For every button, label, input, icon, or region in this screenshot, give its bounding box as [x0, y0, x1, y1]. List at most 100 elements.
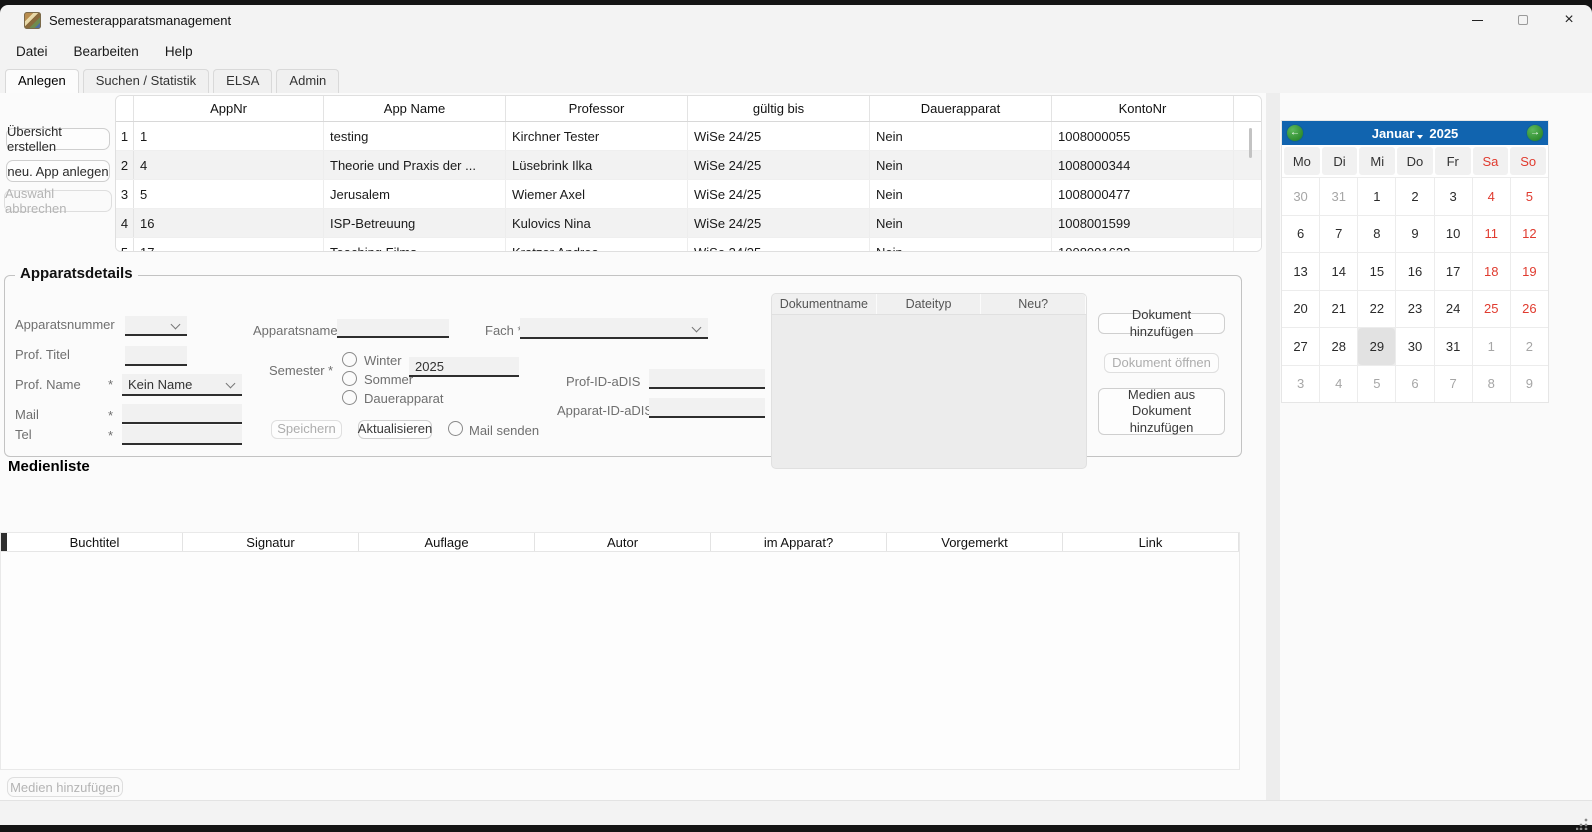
table-cell: ISP-Betreuung [324, 209, 506, 237]
calendar-day[interactable]: 6 [1396, 366, 1433, 403]
table-row[interactable]: 24Theorie und Praxis der ...Lüsebrink Il… [116, 151, 1261, 180]
calendar-day[interactable]: 31 [1320, 178, 1357, 215]
calendar-day[interactable]: 16 [1396, 253, 1433, 290]
calendar-year[interactable]: 2025 [1429, 126, 1458, 141]
neu-app-anlegen-button[interactable]: neu. App anlegen [6, 160, 110, 182]
calendar-day[interactable]: 11 [1473, 216, 1510, 253]
aktualisieren-button[interactable]: Aktualisieren [358, 420, 432, 439]
calendar-day[interactable]: 4 [1320, 366, 1357, 403]
calendar-day[interactable]: 22 [1358, 291, 1395, 328]
auswahl-abbrechen-button[interactable]: Auswahl abbrechen [4, 190, 112, 212]
dauerapparat-radio-label: Dauerapparat [364, 391, 444, 406]
maximize-button[interactable] [1500, 5, 1546, 35]
prof-id-adis-field[interactable] [649, 369, 765, 389]
calendar-day[interactable]: 17 [1435, 253, 1472, 290]
dauerapparat-radio[interactable] [342, 390, 357, 405]
prof-titel-field[interactable] [125, 346, 187, 366]
apps-table-header: AppNrApp NameProfessorgültig bisDauerapp… [116, 96, 1261, 122]
calendar-next-icon[interactable]: → [1527, 125, 1543, 141]
calendar-day[interactable]: 2 [1511, 328, 1548, 365]
calendar-day[interactable]: 21 [1320, 291, 1357, 328]
calendar-day[interactable]: 12 [1511, 216, 1548, 253]
mail-field[interactable] [122, 404, 242, 424]
calendar-day[interactable]: 13 [1282, 253, 1319, 290]
tab-elsa[interactable]: ELSA [213, 69, 272, 93]
mail-senden-checkbox[interactable] [448, 421, 463, 436]
tab-admin[interactable]: Admin [276, 69, 339, 93]
calendar-day[interactable]: 9 [1511, 366, 1548, 403]
speichern-button[interactable]: Speichern [271, 420, 342, 439]
calendar-day[interactable]: 27 [1282, 328, 1319, 365]
calendar-day[interactable]: 3 [1282, 366, 1319, 403]
calendar-day[interactable]: 15 [1358, 253, 1395, 290]
minimize-button[interactable] [1454, 5, 1500, 35]
tab-anlegen[interactable]: Anlegen [5, 69, 79, 93]
calendar-day[interactable]: 8 [1358, 216, 1395, 253]
calendar-day[interactable]: 14 [1320, 253, 1357, 290]
medien-table-header: BuchtitelSignaturAuflageAutorim Apparat?… [1, 533, 1239, 552]
calendar-day[interactable]: 19 [1511, 253, 1548, 290]
calendar-day[interactable]: 4 [1473, 178, 1510, 215]
sommer-radio[interactable] [342, 371, 357, 386]
table-row[interactable]: 11testingKirchner TesterWiSe 24/25Nein10… [116, 122, 1261, 151]
dokument-oeffnen-button[interactable]: Dokument öffnen [1104, 353, 1219, 373]
scrollbar-thumb[interactable] [1249, 128, 1252, 158]
calendar-day[interactable]: 25 [1473, 291, 1510, 328]
medien-hinzufuegen-button[interactable]: Medien hinzufügen [7, 777, 123, 797]
calendar-day[interactable]: 31 [1435, 328, 1472, 365]
table-cell: 17 [134, 238, 324, 252]
fach-select[interactable] [520, 318, 708, 339]
menu-help[interactable]: Help [165, 41, 193, 62]
calendar-day[interactable]: 7 [1435, 366, 1472, 403]
calendar-day[interactable]: 3 [1435, 178, 1472, 215]
uebersicht-erstellen-button[interactable]: Übersicht erstellen [6, 128, 110, 150]
calendar-day[interactable]: 29 [1358, 328, 1395, 365]
calendar-day[interactable]: 6 [1282, 216, 1319, 253]
table-cell: Kulovics Nina [506, 209, 688, 237]
tel-field[interactable] [122, 425, 242, 445]
calendar-day[interactable]: 2 [1396, 178, 1433, 215]
menu-bearbeiten[interactable]: Bearbeiten [74, 41, 139, 62]
prof-name-required-mark: * [108, 377, 113, 392]
dokument-hinzufuegen-button[interactable]: Dokument hinzufügen [1098, 313, 1225, 334]
calendar-day[interactable]: 20 [1282, 291, 1319, 328]
mail-senden-label: Mail senden [469, 423, 539, 438]
resize-grip-icon[interactable] [1576, 818, 1588, 830]
calendar-day[interactable]: 18 [1473, 253, 1510, 290]
menu-datei[interactable]: Datei [16, 41, 48, 62]
apparatsnummer-select[interactable] [125, 316, 187, 336]
medien-aus-dokument-button[interactable]: Medien aus Dokument hinzufügen [1098, 388, 1225, 435]
tab-suchen-statistik[interactable]: Suchen / Statistik [83, 69, 209, 93]
calendar-day[interactable]: 9 [1396, 216, 1433, 253]
semester-year-field[interactable]: 2025 [409, 357, 519, 377]
calendar-day[interactable]: 8 [1473, 366, 1510, 403]
calendar-day[interactable]: 23 [1396, 291, 1433, 328]
apps-table: AppNrApp NameProfessorgültig bisDauerapp… [115, 95, 1262, 252]
calendar-day[interactable]: 26 [1511, 291, 1548, 328]
apparat-id-adis-field[interactable] [649, 398, 765, 418]
table-row[interactable]: 517Teaching FilmsKratzer AndreaWiSe 24/2… [116, 238, 1261, 252]
table-row[interactable]: 416ISP-BetreuungKulovics NinaWiSe 24/25N… [116, 209, 1261, 238]
calendar-day[interactable]: 30 [1396, 328, 1433, 365]
table-cell: Nein [870, 151, 1052, 179]
winter-radio-label: Winter [364, 353, 402, 368]
calendar-day[interactable]: 10 [1435, 216, 1472, 253]
apps-col-header: App Name [324, 96, 506, 121]
calendar-prev-icon[interactable]: ← [1287, 125, 1303, 141]
calendar-day[interactable]: 1 [1473, 328, 1510, 365]
prof-name-select[interactable]: Kein Name [122, 374, 242, 396]
calendar-month[interactable]: Januar [1372, 126, 1415, 141]
calendar-day[interactable]: 5 [1358, 366, 1395, 403]
calendar-day-header: Mi [1359, 147, 1395, 175]
calendar-day[interactable]: 1 [1358, 178, 1395, 215]
apparatsname-field[interactable] [337, 319, 449, 338]
winter-radio[interactable] [342, 352, 357, 367]
medien-table: BuchtitelSignaturAuflageAutorim Apparat?… [0, 532, 1240, 770]
close-button[interactable]: × [1546, 5, 1592, 35]
calendar-day[interactable]: 7 [1320, 216, 1357, 253]
calendar-day[interactable]: 28 [1320, 328, 1357, 365]
calendar-day[interactable]: 5 [1511, 178, 1548, 215]
calendar-day[interactable]: 30 [1282, 178, 1319, 215]
table-row[interactable]: 35JerusalemWiemer AxelWiSe 24/25Nein1008… [116, 180, 1261, 209]
calendar-day[interactable]: 24 [1435, 291, 1472, 328]
